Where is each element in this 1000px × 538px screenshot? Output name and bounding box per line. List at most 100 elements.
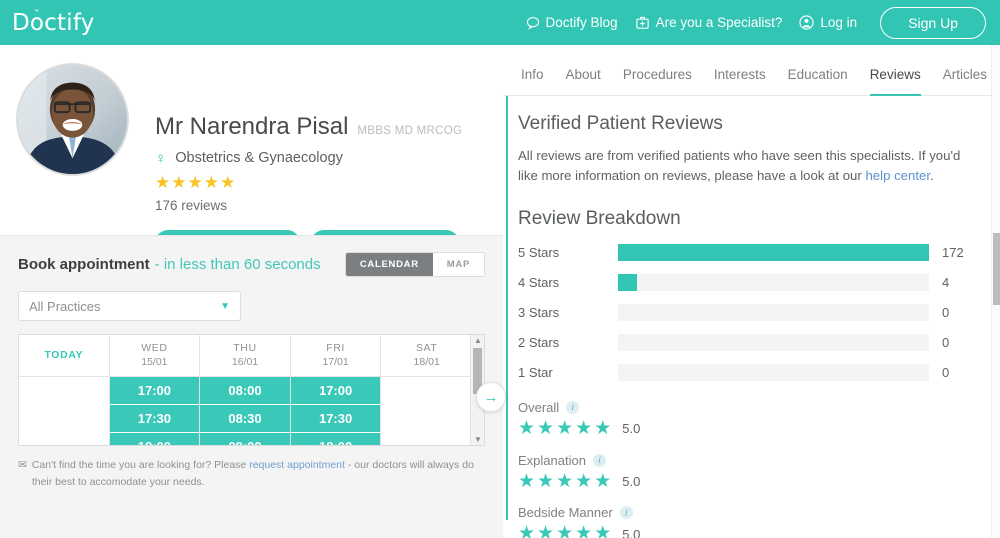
page-scrollbar-thumb[interactable] <box>993 233 1000 305</box>
medical-bag-icon <box>635 15 650 30</box>
rating-category-label: Bedside Manner <box>518 505 613 521</box>
page-body: Mr Narendra Pisal MBBS MD MRCOG ♀ Obstet… <box>0 45 1000 538</box>
doctify-logo[interactable]: ˇ Doctify <box>12 7 99 36</box>
bar-label: 1 Star <box>518 365 553 381</box>
bar-label: 4 Stars <box>518 275 560 291</box>
star-icon: ★ <box>556 417 574 439</box>
time-slot[interactable]: 08:30 <box>200 405 290 434</box>
time-slot[interactable]: 17:30 <box>290 405 381 434</box>
booking-section: Book appointment - in less than 60 secon… <box>0 235 506 538</box>
request-appointment-link[interactable]: request appointment <box>249 459 345 471</box>
scroll-down-icon[interactable]: ▼ <box>471 435 484 444</box>
calendar-widget: TODAY WED 15/01 THU 16/01 FRI 17/01 SAT … <box>18 334 485 446</box>
calendar-day-header[interactable]: SAT 18/01 <box>381 335 472 376</box>
nav-item-login[interactable]: Log in <box>799 15 857 30</box>
calendar-day-header[interactable]: THU 16/01 <box>200 335 291 377</box>
star-icon: ★ <box>575 417 593 439</box>
help-center-link[interactable]: help center <box>865 168 930 183</box>
calendar-day-header[interactable]: WED 15/01 <box>110 335 201 377</box>
avatar-photo <box>17 64 128 175</box>
calendar-today-header[interactable]: TODAY <box>19 335 110 377</box>
note-prefix: Can't find the time you are looking for?… <box>31 459 247 471</box>
page-root: ˇ Doctify Doctify Blog Are you a Special… <box>0 0 1000 538</box>
calendar-next-week-button[interactable]: → <box>476 382 506 412</box>
nav-label-login: Log in <box>820 15 858 30</box>
star-icon: ★ <box>537 523 555 538</box>
profile-qualifications: MBBS MD MRCOG <box>357 125 463 137</box>
tab-education[interactable]: Education <box>788 67 848 96</box>
booking-header: Book appointment - in less than 60 secon… <box>18 252 485 277</box>
tab-info[interactable]: Info <box>521 67 544 96</box>
tab-reviews[interactable]: Reviews <box>869 67 921 96</box>
rating-category-stars: ★ ★ ★ ★ ★ 5.0 <box>518 470 1000 494</box>
table-row: 3 Stars 0 <box>518 298 1000 328</box>
left-column: Mr Narendra Pisal MBBS MD MRCOG ♀ Obstet… <box>0 45 506 538</box>
rating-category-label: Explanation <box>518 452 586 468</box>
star-icon: ★ <box>518 417 536 439</box>
calendar-day-header[interactable]: FRI 17/01 <box>291 335 382 377</box>
profile-name-row: Mr Narendra Pisal MBBS MD MRCOG <box>155 113 462 141</box>
toggle-calendar[interactable]: CALENDAR <box>345 253 433 276</box>
info-icon[interactable]: i <box>566 400 580 414</box>
info-icon[interactable]: i <box>592 453 606 467</box>
bar-value: 0 <box>942 365 950 381</box>
rating-category-header: Explanation i <box>518 453 1000 468</box>
star-icon: ★ <box>594 523 612 538</box>
signup-button[interactable]: Sign Up <box>880 6 986 39</box>
header-nav: Doctify Blog Are you a Specialist? Log i… <box>526 6 986 39</box>
calendar-date: 17/01 <box>322 356 349 369</box>
reviews-description-period: . <box>930 168 934 184</box>
calendar-column: 08:00 08:30 09:00 09:30 <box>200 377 291 445</box>
time-slot[interactable]: 17:00 <box>109 377 200 406</box>
bar-label: 3 Stars <box>518 305 560 321</box>
calendar-slot-columns: 17:00 17:30 18:00 18:30 08:00 08:30 09:0… <box>19 377 472 445</box>
reviews-panel: Verified Patient Reviews All reviews are… <box>503 96 1000 538</box>
time-slot[interactable]: 18:00 <box>290 433 381 445</box>
tab-interests[interactable]: Interests <box>714 67 766 96</box>
bar-track <box>618 364 929 382</box>
time-slot[interactable]: 09:00 <box>200 433 290 445</box>
table-row: 2 Stars 0 <box>518 328 1000 358</box>
time-slot[interactable]: 17:30 <box>109 405 200 434</box>
star-icon: ★ <box>594 417 612 439</box>
nav-label-blog: Doctify Blog <box>545 15 618 30</box>
profile-review-count: 176 reviews <box>155 198 228 213</box>
nav-item-blog[interactable]: Doctify Blog <box>526 15 618 30</box>
rating-category-stars: ★ ★ ★ ★ ★ 5.0 <box>518 522 1000 538</box>
time-slot[interactable]: 17:00 <box>290 377 381 406</box>
rating-category-overall: Overall i ★ ★ ★ ★ ★ 5.0 <box>518 400 1000 441</box>
chevron-down-icon: ▼ <box>220 300 230 312</box>
star-icon: ★ <box>537 417 555 439</box>
star-icon: ★ <box>203 173 219 192</box>
star-icon: ★ <box>556 523 574 538</box>
reviews-description: All reviews are from verified patients w… <box>518 146 966 187</box>
star-icon: ★ <box>155 173 171 192</box>
scroll-up-icon[interactable]: ▲ <box>471 336 484 345</box>
logo-tick-icon: ˇ <box>33 7 41 21</box>
tab-about[interactable]: About <box>566 67 601 96</box>
time-slot[interactable]: 08:00 <box>200 377 290 406</box>
bar-value: 0 <box>942 335 950 351</box>
page-scrollbar[interactable] <box>991 45 1000 538</box>
tab-procedures[interactable]: Procedures <box>623 67 692 96</box>
user-circle-icon <box>799 15 815 30</box>
right-column: Info About Procedures Interests Educatio… <box>503 45 1000 538</box>
nav-item-specialist[interactable]: Are you a Specialist? <box>635 15 782 30</box>
toggle-map[interactable]: MAP <box>432 253 484 276</box>
star-icon: ★ <box>518 470 536 492</box>
envelope-outline-icon: ✉ <box>18 459 27 471</box>
tab-articles[interactable]: Articles <box>943 67 987 96</box>
calendar-column <box>19 377 110 445</box>
panel-accent-bar <box>506 96 508 520</box>
rating-category-value: 5.0 <box>622 421 641 437</box>
reviews-title: Verified Patient Reviews <box>518 113 723 134</box>
bar-value: 4 <box>942 275 950 291</box>
info-icon[interactable]: i <box>619 506 633 520</box>
calendar-note: ✉ Can't find the time you are looking fo… <box>18 457 485 491</box>
rating-category-bedside-manner: Bedside Manner i ★ ★ ★ ★ ★ 5.0 <box>518 505 1000 538</box>
bar-track <box>618 334 929 352</box>
star-icon: ★ <box>537 470 555 492</box>
rating-category-label: Overall <box>518 399 560 415</box>
time-slot[interactable]: 18:00 <box>109 433 200 445</box>
practice-select[interactable]: All Practices ▼ <box>18 291 241 321</box>
